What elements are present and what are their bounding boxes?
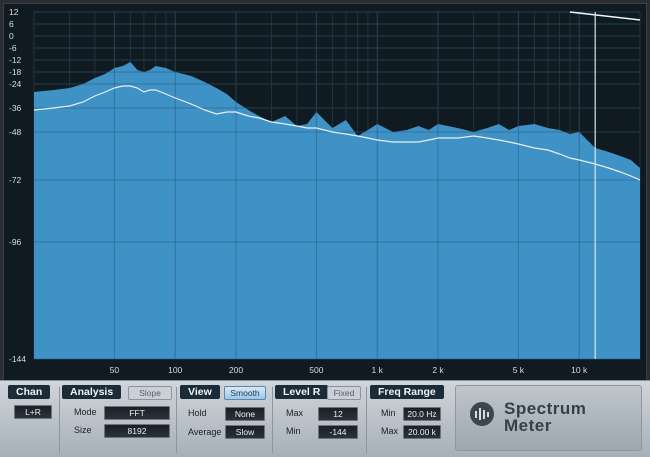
- y-tick-label: 6: [9, 19, 14, 29]
- level-max-field[interactable]: 12: [318, 407, 358, 421]
- spectrum-area: [34, 62, 640, 359]
- analysis-section-title: Analysis: [62, 385, 122, 399]
- y-tick-label: 0: [9, 31, 14, 41]
- separator: [366, 387, 367, 453]
- x-tick-label: 50: [110, 365, 120, 375]
- y-tick-label: 12: [9, 7, 19, 17]
- average-select[interactable]: Slow: [225, 425, 265, 439]
- product-name-line1: Spectrum: [504, 399, 587, 418]
- size-select[interactable]: 8192: [104, 424, 170, 438]
- y-tick-label: -96: [9, 237, 22, 247]
- level-min-field[interactable]: -144: [318, 425, 358, 439]
- control-panel: Chan L+R Analysis Slope Mode FFT Size 81…: [0, 380, 650, 457]
- product-logo: Spectrum Meter: [455, 385, 642, 451]
- y-tick-label: -72: [9, 175, 22, 185]
- x-tick-label: 100: [168, 365, 182, 375]
- freq-min-label: Min: [381, 408, 396, 418]
- spectrum-meter-window: 12 6 0 -6 -12 -18 -24 -36 -48 -72 -96 -144 50 100 200 5…: [0, 0, 650, 457]
- chan-section-title: Chan: [8, 385, 51, 399]
- hold-select[interactable]: None: [225, 407, 265, 421]
- slope-line: [569, 11, 641, 21]
- freq-max-field[interactable]: 20.00 k: [403, 425, 441, 439]
- y-tick-label: -12: [9, 55, 22, 65]
- level-max-label: Max: [286, 408, 304, 418]
- mode-label: Mode: [74, 407, 97, 417]
- separator: [272, 387, 273, 453]
- x-tick-label: 200: [229, 365, 243, 375]
- x-tick-label: 1 k: [372, 365, 384, 375]
- smooth-toggle[interactable]: Smooth: [224, 386, 266, 400]
- mode-select[interactable]: FFT: [104, 406, 170, 420]
- y-tick-label: -36: [9, 103, 22, 113]
- level-min-label: Min: [286, 426, 301, 436]
- average-label: Average: [188, 427, 222, 437]
- product-name: Spectrum Meter: [504, 400, 586, 434]
- spectrum-chart: 12 6 0 -6 -12 -18 -24 -36 -48 -72 -96 -144 50 100 200 5…: [9, 7, 641, 375]
- x-tick-label: 2 k: [432, 365, 444, 375]
- freq-min-field[interactable]: 20.0 Hz: [403, 407, 441, 421]
- y-tick-label: -24: [9, 79, 22, 89]
- product-name-line2: Meter: [504, 416, 552, 435]
- hold-label: Hold: [188, 408, 207, 418]
- view-section-title: View: [180, 385, 220, 399]
- y-tick-label: -6: [9, 43, 17, 53]
- channel-select[interactable]: L+R: [14, 405, 52, 419]
- freq-max-label: Max: [381, 426, 399, 436]
- separator: [59, 387, 60, 453]
- size-label: Size: [74, 425, 92, 435]
- presonus-logo-icon: [470, 402, 494, 426]
- y-tick-label: -48: [9, 127, 22, 137]
- x-tick-label: 10 k: [571, 365, 588, 375]
- freq-section-title: Freq Range: [370, 385, 444, 399]
- level-section-title: Level R: [275, 385, 329, 399]
- x-tick-label: 5 k: [513, 365, 525, 375]
- y-tick-label: -144: [9, 354, 26, 364]
- x-tick-label: 500: [309, 365, 323, 375]
- separator: [176, 387, 177, 453]
- fixed-button[interactable]: Fixed: [327, 386, 361, 400]
- spectrum-plot: 12 6 0 -6 -12 -18 -24 -36 -48 -72 -96 -144 50 100 200 5…: [3, 3, 647, 381]
- slope-button[interactable]: Slope: [128, 386, 172, 400]
- y-tick-label: -18: [9, 67, 22, 77]
